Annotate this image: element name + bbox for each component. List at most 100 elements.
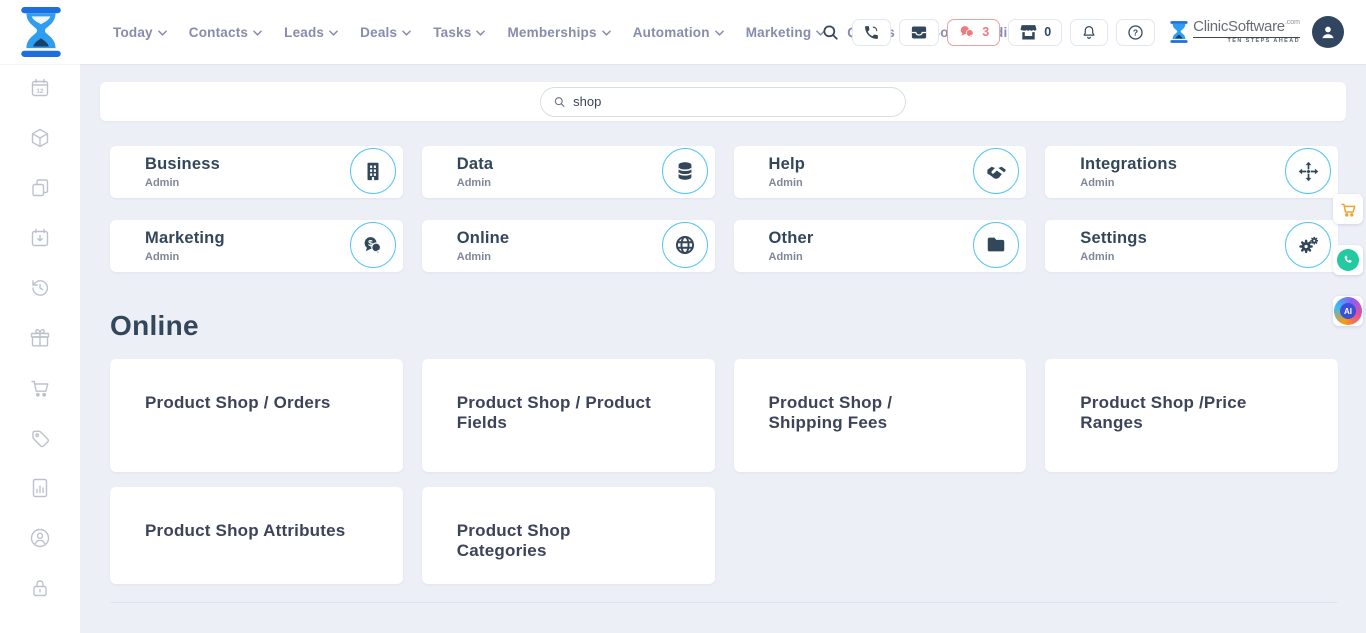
floating-ai-button[interactable]: AI xyxy=(1333,296,1363,326)
calendar-icon: 12 xyxy=(28,76,52,100)
floating-action-stack: AI xyxy=(1333,194,1363,326)
sidebar-item-calendar[interactable]: 12 xyxy=(28,76,52,100)
result-card-orders[interactable]: Product Shop / Orders xyxy=(110,359,403,472)
sidebar-item-pricing[interactable] xyxy=(28,426,52,450)
cube-icon xyxy=(28,126,52,150)
database-icon xyxy=(662,148,708,194)
left-sidebar: 12 xyxy=(0,64,80,633)
result-card-attributes[interactable]: Product Shop Attributes xyxy=(110,487,403,584)
lock-icon xyxy=(28,576,52,600)
floating-cart-button[interactable] xyxy=(1333,194,1363,224)
calendar-import-icon xyxy=(28,226,52,250)
brand-tld: .com xyxy=(1285,19,1300,26)
hourglass-logo-icon xyxy=(18,6,64,58)
result-card-shipping-fees[interactable]: Product Shop / Shipping Fees xyxy=(734,359,1027,472)
search-icon xyxy=(553,95,566,109)
chat-count-badge: 3 xyxy=(982,25,989,39)
user-avatar[interactable] xyxy=(1312,16,1344,48)
sidebar-item-reports[interactable] xyxy=(28,476,52,500)
result-card-categories[interactable]: Product Shop Categories xyxy=(422,487,715,584)
app-logo[interactable] xyxy=(18,6,64,58)
history-icon xyxy=(28,276,52,300)
ai-assistant-icon: AI xyxy=(1334,297,1362,325)
nav-item-tasks[interactable]: Tasks xyxy=(433,25,485,40)
nav-item-automation[interactable]: Automation xyxy=(633,25,724,40)
bell-icon xyxy=(1081,24,1097,41)
nav-item-memberships[interactable]: Memberships xyxy=(507,25,610,40)
chevron-down-icon xyxy=(715,30,724,36)
brand-logo[interactable]: ClinicSoftware.com TEN STEPS AHEAD xyxy=(1169,19,1300,45)
search-box[interactable] xyxy=(540,87,906,117)
sidebar-item-account[interactable] xyxy=(28,526,52,550)
svg-text:12: 12 xyxy=(36,88,44,95)
header-actions: 3 0 ? ClinicSoftware.com TEN STEPS AHEAD xyxy=(817,0,1344,64)
nav-item-leads[interactable]: Leads xyxy=(284,25,338,40)
brand-name: ClinicSoftware xyxy=(1193,18,1285,35)
gears-icon xyxy=(1285,222,1331,268)
chat-dollar-icon: $ xyxy=(350,222,396,268)
search-icon xyxy=(821,23,840,42)
whatsapp-icon xyxy=(1337,249,1359,271)
category-card-other[interactable]: Other Admin xyxy=(734,220,1027,272)
notifications-button[interactable] xyxy=(1070,19,1108,46)
search-button[interactable] xyxy=(817,23,844,42)
phone-icon xyxy=(863,24,880,41)
results-grid: Product Shop / Orders Product Shop / Pro… xyxy=(110,359,1338,584)
store-icon xyxy=(1019,24,1038,41)
nav-item-deals[interactable]: Deals xyxy=(360,25,411,40)
result-card-price-ranges[interactable]: Product Shop /Price Ranges xyxy=(1045,359,1338,472)
category-card-marketing[interactable]: Marketing Admin $ xyxy=(110,220,403,272)
sidebar-item-gift-cards[interactable] xyxy=(28,326,52,350)
pos-store-button[interactable]: 0 xyxy=(1008,19,1062,46)
gift-icon xyxy=(28,326,52,350)
report-icon xyxy=(28,476,52,500)
sidebar-item-shop[interactable] xyxy=(28,376,52,400)
sidebar-item-bookings[interactable] xyxy=(28,226,52,250)
inbox-icon xyxy=(910,25,928,40)
main-content: Business Admin Data Admin Help Admin Int… xyxy=(80,0,1366,603)
nav-item-marketing[interactable]: Marketing xyxy=(746,25,826,40)
nav-item-today[interactable]: Today xyxy=(113,25,167,40)
brand-hourglass-icon xyxy=(1169,20,1189,44)
chevron-down-icon xyxy=(253,30,262,36)
section-title: Online xyxy=(110,310,1366,342)
inbox-button[interactable] xyxy=(899,19,939,46)
chevron-down-icon xyxy=(602,30,611,36)
sidebar-item-security[interactable] xyxy=(28,576,52,600)
chat-bubbles-icon xyxy=(958,24,976,40)
help-button[interactable]: ? xyxy=(1116,19,1155,46)
handshake-icon xyxy=(973,148,1019,194)
sidebar-item-history[interactable] xyxy=(28,276,52,300)
search-input[interactable] xyxy=(573,94,893,109)
chat-notifications-button[interactable]: 3 xyxy=(947,19,1000,46)
chevron-down-icon xyxy=(476,30,485,36)
svg-text:?: ? xyxy=(1133,27,1138,37)
globe-icon xyxy=(662,222,708,268)
category-card-help[interactable]: Help Admin xyxy=(734,146,1027,198)
help-icon: ? xyxy=(1127,24,1144,41)
category-card-data[interactable]: Data Admin xyxy=(422,146,715,198)
nav-item-contacts[interactable]: Contacts xyxy=(189,25,262,40)
chevron-down-icon xyxy=(402,30,411,36)
user-circle-icon xyxy=(28,526,52,550)
phone-button[interactable] xyxy=(852,19,891,46)
bottom-divider xyxy=(110,602,1338,603)
category-grid: Business Admin Data Admin Help Admin Int… xyxy=(110,146,1338,272)
folder-icon xyxy=(973,222,1019,268)
chevron-down-icon xyxy=(158,30,167,36)
move-arrows-icon xyxy=(1285,148,1331,194)
top-bar: Today Contacts Leads Deals Tasks Members… xyxy=(0,0,1366,64)
result-card-product-fields[interactable]: Product Shop / Product Fields xyxy=(422,359,715,472)
category-card-integrations[interactable]: Integrations Admin xyxy=(1045,146,1338,198)
floating-whatsapp-button[interactable] xyxy=(1333,245,1363,275)
category-card-settings[interactable]: Settings Admin xyxy=(1045,220,1338,272)
building-icon xyxy=(350,148,396,194)
sidebar-item-pages[interactable] xyxy=(28,176,52,200)
brand-tagline: TEN STEPS AHEAD xyxy=(1193,37,1300,45)
sidebar-item-products[interactable] xyxy=(28,126,52,150)
person-icon xyxy=(1318,22,1338,42)
search-card xyxy=(100,82,1346,121)
category-card-online[interactable]: Online Admin xyxy=(422,220,715,272)
copy-icon xyxy=(28,176,52,200)
category-card-business[interactable]: Business Admin xyxy=(110,146,403,198)
